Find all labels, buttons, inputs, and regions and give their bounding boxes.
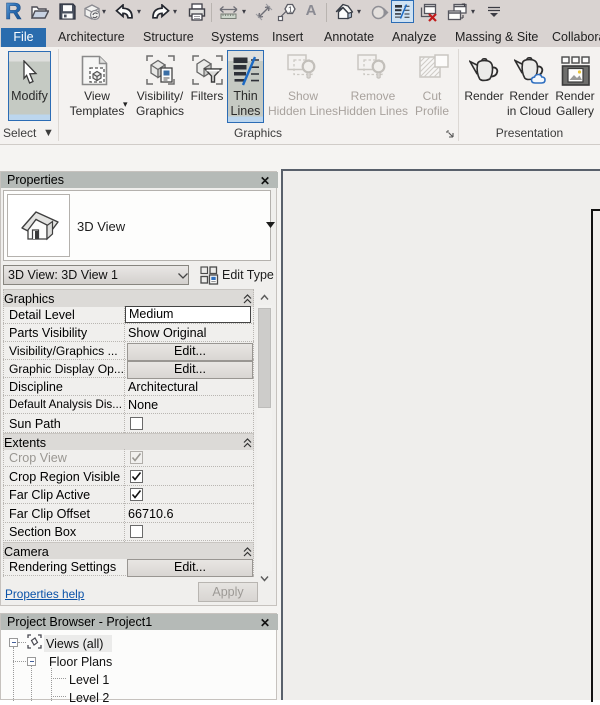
svg-text:1: 1 <box>288 6 293 15</box>
svg-text:R: R <box>5 0 22 23</box>
